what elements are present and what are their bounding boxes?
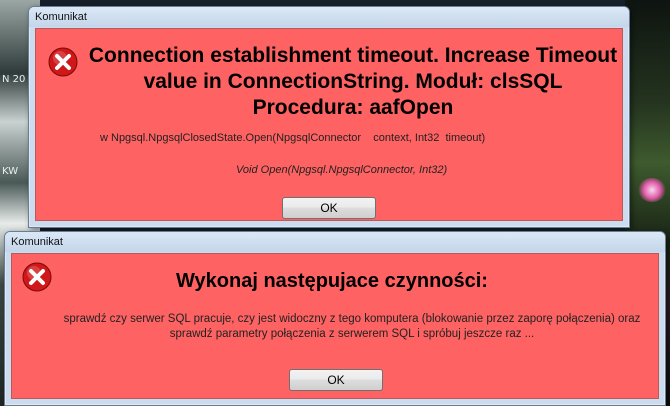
dialog-titlebar[interactable]: Komunikat bbox=[5, 232, 665, 252]
ok-button[interactable]: OK bbox=[289, 369, 383, 391]
desktop-icon-label[interactable]: KW bbox=[2, 166, 18, 177]
error-icon bbox=[48, 47, 78, 77]
dialog-content: Connection establishment timeout. Increa… bbox=[35, 28, 623, 221]
stack-trace-line: Void Open(Npgsql.NpgsqlConnector, Int32) bbox=[236, 164, 448, 176]
dialog-window-1: Komunikat Connection establishment timeo… bbox=[28, 6, 630, 228]
error-message: Wykonaj następujace czynności: bbox=[176, 270, 488, 292]
flower-decoration bbox=[638, 178, 666, 202]
error-icon bbox=[22, 262, 52, 292]
instructions-text: sprawdź czy serwer SQL pracuje, czy jest… bbox=[63, 313, 641, 340]
dialog-window-2: Komunikat Wykonaj następujace czynności:… bbox=[4, 231, 666, 406]
ok-button[interactable]: OK bbox=[282, 197, 376, 219]
error-message: Connection establishment timeout. Increa… bbox=[88, 44, 618, 119]
dialog-titlebar[interactable]: Komunikat bbox=[29, 7, 629, 27]
desktop-icon-label[interactable]: N 20 bbox=[2, 74, 25, 85]
stack-trace-line: w Npgsql.NpgsqlClosedState.Open(NpgsqlCo… bbox=[100, 132, 486, 144]
dialog-content: Wykonaj następujace czynności: sprawdź c… bbox=[11, 253, 659, 399]
